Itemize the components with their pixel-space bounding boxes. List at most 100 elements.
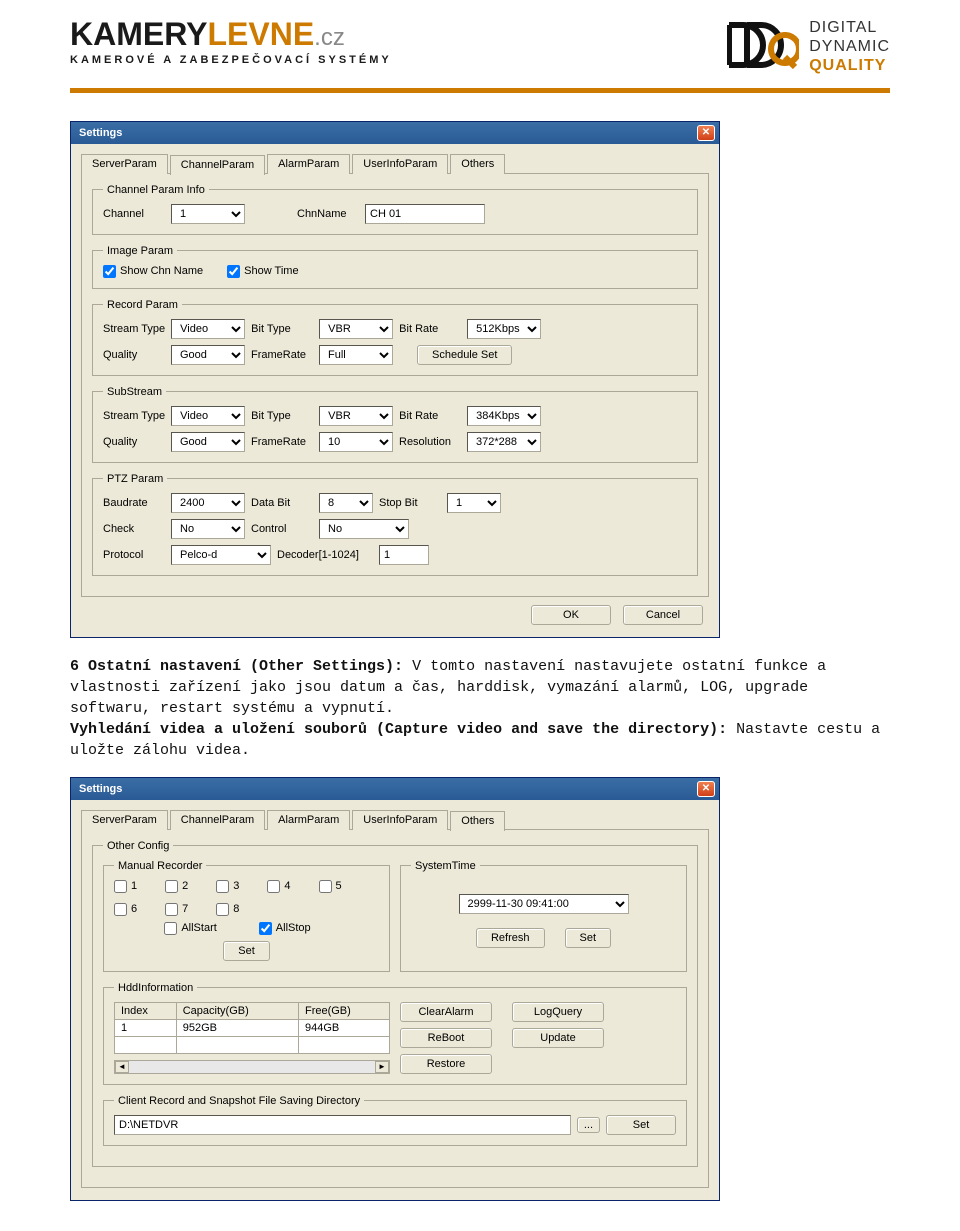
show-chn-name-chk[interactable]: Show Chn Name bbox=[103, 265, 203, 278]
databit-select[interactable]: 8 bbox=[319, 493, 373, 513]
label-chnname: ChnName bbox=[297, 208, 359, 220]
label-ss-bitrate: Bit Rate bbox=[399, 410, 461, 422]
para-7: Vyhledání videa a uložení souborů (Captu… bbox=[70, 719, 890, 761]
baudrate-select[interactable]: 2400 bbox=[171, 493, 245, 513]
body-text: 6 Ostatní nastavení (Other Settings): V … bbox=[70, 656, 890, 761]
close-icon[interactable]: ✕ bbox=[697, 125, 715, 141]
mr-ch7[interactable]: 7 bbox=[165, 903, 188, 916]
label-ss-quality: Quality bbox=[103, 436, 165, 448]
tab-serverparam[interactable]: ServerParam bbox=[81, 154, 168, 174]
refresh-button[interactable]: Refresh bbox=[476, 928, 545, 948]
hdd-col-index: Index bbox=[115, 1002, 177, 1019]
legend-cpi: Channel Param Info bbox=[103, 184, 209, 196]
hdd-table-wrap: Index Capacity(GB) Free(GB) 1 952GB 944G… bbox=[114, 1002, 390, 1074]
allstop-chk[interactable]: AllStop bbox=[259, 922, 311, 935]
label-protocol: Protocol bbox=[103, 549, 165, 561]
tab-alarmparam[interactable]: AlarmParam bbox=[267, 154, 350, 174]
path-set-button[interactable]: Set bbox=[606, 1115, 676, 1135]
rp-streamtype-select[interactable]: Video bbox=[171, 319, 245, 339]
close-icon[interactable]: ✕ bbox=[697, 781, 715, 797]
tab2-userinfo[interactable]: UserInfoParam bbox=[352, 810, 448, 830]
mr-ch5[interactable]: 5 bbox=[319, 880, 342, 893]
systemtime-select[interactable]: 2999-11-30 09:41:00 bbox=[459, 894, 629, 914]
tab2-alarmparam[interactable]: AlarmParam bbox=[267, 810, 350, 830]
legend-st: SystemTime bbox=[411, 860, 480, 872]
page-header: KAMERYLEVNE.cz KAMEROVÉ A ZABEZPEČOVACÍ … bbox=[0, 0, 960, 101]
ss-bitrate-select[interactable]: 384Kbps bbox=[467, 406, 541, 426]
label-streamtype: Stream Type bbox=[103, 323, 165, 335]
mr-ch1-label: 1 bbox=[131, 880, 137, 892]
group-substream: SubStream Stream Type Video Bit Type VBR… bbox=[92, 386, 698, 463]
st-set-button[interactable]: Set bbox=[565, 928, 612, 948]
tabpanel-2: Other Config Manual Recorder 1 2 3 4 5 bbox=[81, 830, 709, 1188]
header-rule bbox=[70, 88, 890, 93]
tab2-others[interactable]: Others bbox=[450, 811, 505, 831]
restore-button[interactable]: Restore bbox=[400, 1054, 492, 1074]
mr-ch2-label: 2 bbox=[182, 880, 188, 892]
mr-ch3[interactable]: 3 bbox=[216, 880, 239, 893]
chnname-input[interactable] bbox=[365, 204, 485, 224]
hdd-header-row: Index Capacity(GB) Free(GB) bbox=[115, 1002, 390, 1019]
label-bitrate: Bit Rate bbox=[399, 323, 461, 335]
allstart-chk[interactable]: AllStart bbox=[164, 922, 216, 935]
check-select[interactable]: No bbox=[171, 519, 245, 539]
ss-framerate-select[interactable]: 10 bbox=[319, 432, 393, 452]
rp-quality-select[interactable]: Good bbox=[171, 345, 245, 365]
ss-quality-select[interactable]: Good bbox=[171, 432, 245, 452]
group-hddinfo: HddInformation Index Capacity(GB) Free(G… bbox=[103, 982, 687, 1085]
ss-resolution-select[interactable]: 372*288 bbox=[467, 432, 541, 452]
rp-framerate-select[interactable]: Full bbox=[319, 345, 393, 365]
browse-button[interactable]: ... bbox=[577, 1117, 600, 1133]
tab-channelparam[interactable]: ChannelParam bbox=[170, 155, 265, 175]
rp-bittype-select[interactable]: VBR bbox=[319, 319, 393, 339]
decoder-input[interactable] bbox=[379, 545, 429, 565]
tab-userinfo[interactable]: UserInfoParam bbox=[352, 154, 448, 174]
tab2-serverparam[interactable]: ServerParam bbox=[81, 810, 168, 830]
protocol-select[interactable]: Pelco-d bbox=[171, 545, 271, 565]
reboot-button[interactable]: ReBoot bbox=[400, 1028, 492, 1048]
legend-ss: SubStream bbox=[103, 386, 166, 398]
ss-bittype-select[interactable]: VBR bbox=[319, 406, 393, 426]
hdd-cell-capacity: 952GB bbox=[176, 1019, 298, 1036]
ok-button[interactable]: OK bbox=[531, 605, 611, 625]
label-ss-streamtype: Stream Type bbox=[103, 410, 165, 422]
tab2-channelparam[interactable]: ChannelParam bbox=[170, 810, 265, 830]
mr-ch6-label: 6 bbox=[131, 903, 137, 915]
channel-select[interactable]: 1 bbox=[171, 204, 245, 224]
dialog-body-2: ServerParam ChannelParam AlarmParam User… bbox=[71, 800, 719, 1200]
ddq-text: DIGITAL DYNAMIC QUALITY bbox=[809, 18, 890, 76]
clearalarm-button[interactable]: ClearAlarm bbox=[400, 1002, 492, 1022]
legend-rp: Record Param bbox=[103, 299, 182, 311]
schedule-set-button[interactable]: Schedule Set bbox=[417, 345, 512, 365]
scroll-right-icon[interactable]: ► bbox=[375, 1061, 389, 1073]
save-path-input[interactable] bbox=[114, 1115, 571, 1135]
scroll-left-icon[interactable]: ◄ bbox=[115, 1061, 129, 1073]
update-button[interactable]: Update bbox=[512, 1028, 604, 1048]
label-baudrate: Baudrate bbox=[103, 497, 165, 509]
ddq-line2: DYNAMIC bbox=[809, 37, 890, 56]
settings-dialog-1: Settings ✕ ServerParam ChannelParam Alar… bbox=[70, 121, 720, 638]
control-select[interactable]: No bbox=[319, 519, 409, 539]
mr-ch4[interactable]: 4 bbox=[267, 880, 290, 893]
label-stopbit: Stop Bit bbox=[379, 497, 441, 509]
heading-6: 6 Ostatní nastavení (Other Settings): bbox=[70, 658, 403, 675]
ss-streamtype-select[interactable]: Video bbox=[171, 406, 245, 426]
show-time-chk[interactable]: Show Time bbox=[227, 265, 298, 278]
stopbit-select[interactable]: 1 bbox=[447, 493, 501, 513]
group-image-param: Image Param Show Chn Name Show Time bbox=[92, 245, 698, 289]
group-manual-recorder: Manual Recorder 1 2 3 4 5 6 7 8 bbox=[103, 860, 390, 972]
hdd-scrollbar[interactable]: ◄ ► bbox=[114, 1060, 390, 1074]
rp-bitrate-select[interactable]: 512Kbps bbox=[467, 319, 541, 339]
cancel-button[interactable]: Cancel bbox=[623, 605, 703, 625]
mr-ch1[interactable]: 1 bbox=[114, 880, 137, 893]
mr-ch8[interactable]: 8 bbox=[216, 903, 239, 916]
logquery-button[interactable]: LogQuery bbox=[512, 1002, 604, 1022]
mr-set-button[interactable]: Set bbox=[223, 941, 270, 961]
logo-cz: .cz bbox=[314, 24, 345, 51]
mr-ch2[interactable]: 2 bbox=[165, 880, 188, 893]
mr-ch6[interactable]: 6 bbox=[114, 903, 137, 916]
header-row: KAMERYLEVNE.cz KAMEROVÉ A ZABEZPEČOVACÍ … bbox=[70, 18, 890, 76]
label-control: Control bbox=[251, 523, 313, 535]
tab-others[interactable]: Others bbox=[450, 154, 505, 174]
group-ptz-param: PTZ Param Baudrate 2400 Data Bit 8 Stop … bbox=[92, 473, 698, 576]
